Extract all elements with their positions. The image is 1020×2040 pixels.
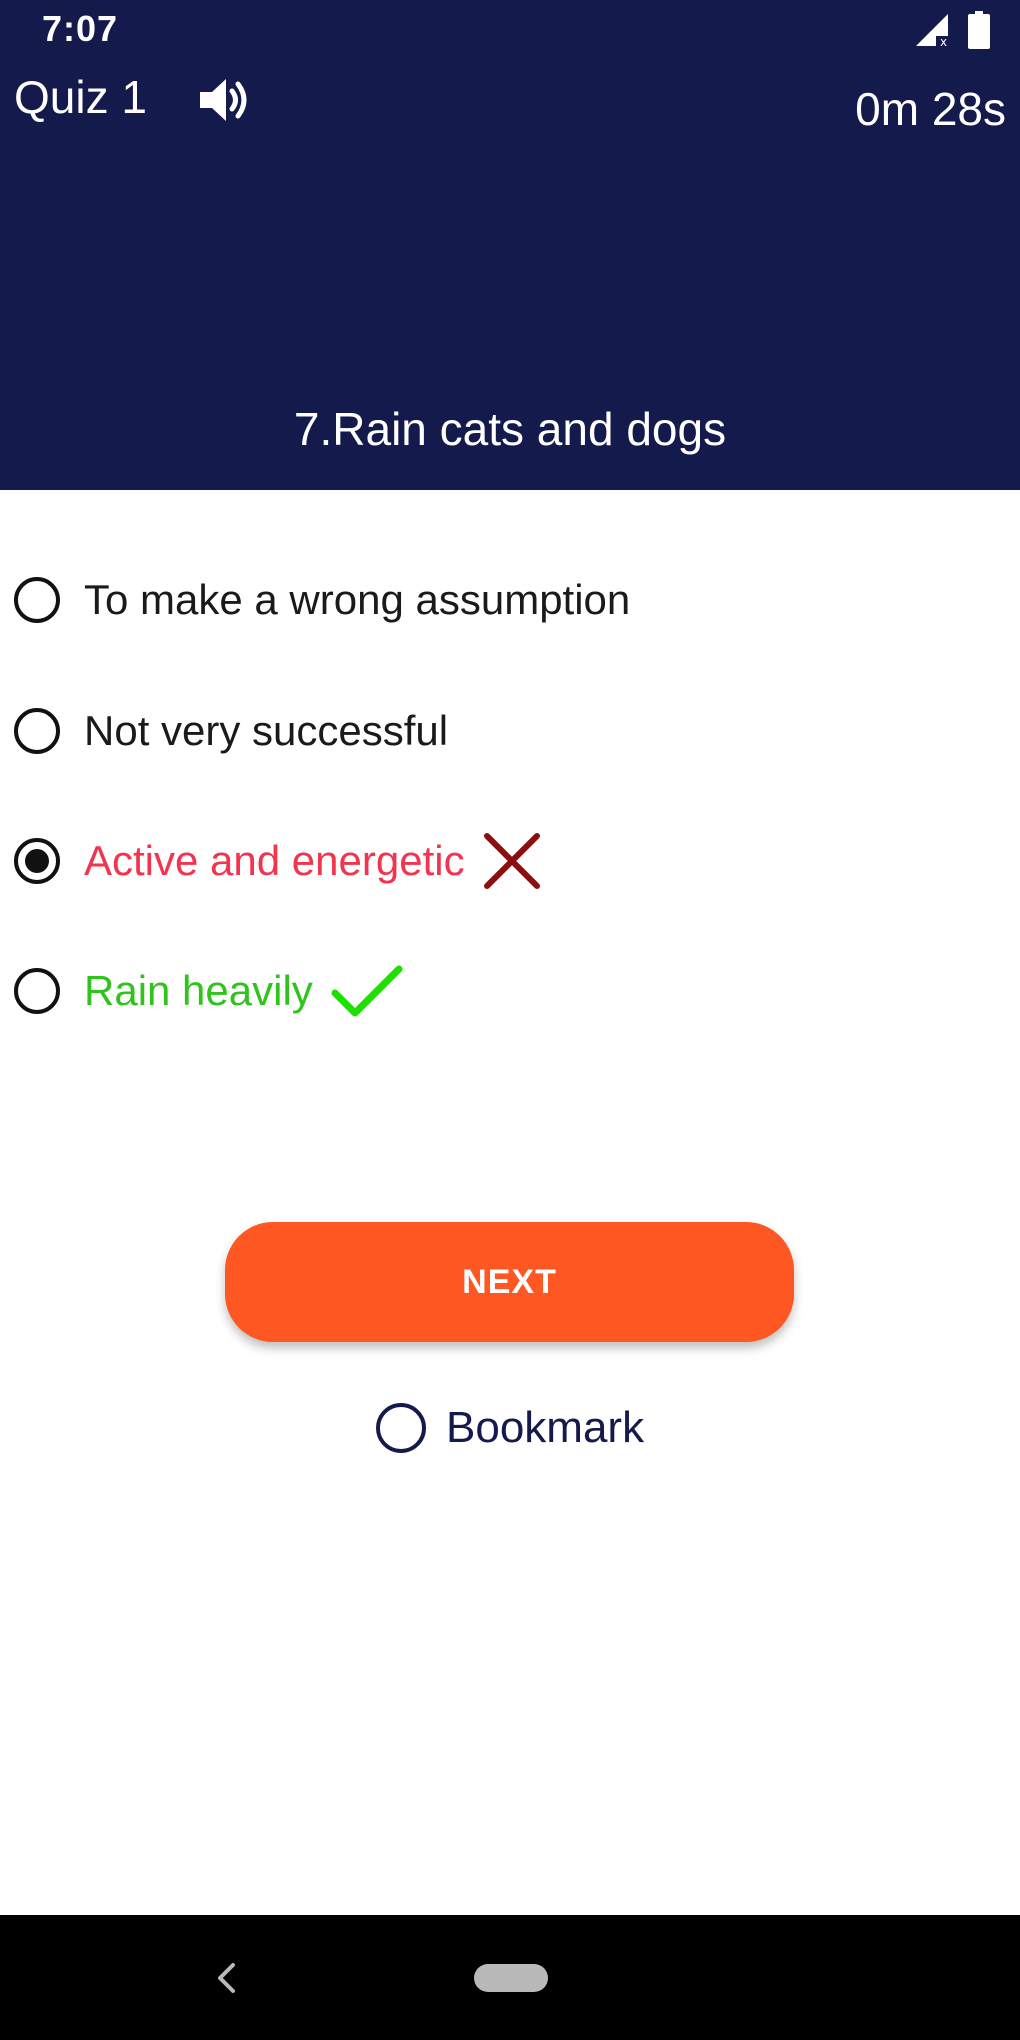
option-1[interactable]: To make a wrong assumption [14, 560, 630, 640]
battery-icon [968, 10, 990, 54]
quiz-title: Quiz 1 [14, 71, 147, 123]
bookmark-toggle[interactable]: Bookmark [376, 1396, 644, 1460]
svg-text:x: x [940, 35, 947, 48]
bookmark-label: Bookmark [446, 1403, 645, 1452]
status-icons: x [914, 10, 990, 54]
speaker-icon[interactable] [196, 72, 252, 128]
radio-unselected-icon[interactable] [14, 708, 60, 754]
radio-unselected-icon[interactable] [14, 968, 60, 1014]
bookmark-radio-icon[interactable] [376, 1403, 426, 1453]
cross-icon [483, 832, 541, 890]
quiz-timer: 0m 28s [855, 83, 1006, 135]
radio-unselected-icon[interactable] [14, 577, 60, 623]
signal-icon: x [914, 12, 950, 53]
status-time: 7:07 [42, 8, 119, 49]
quiz-header: 7:07 x Quiz 1 0m 28s 7.Rain cats and dog… [0, 0, 1020, 490]
option-label: Rain heavily [84, 967, 313, 1014]
next-button[interactable]: NEXT [225, 1222, 794, 1342]
back-icon[interactable] [206, 1953, 246, 2003]
radio-selected-icon[interactable] [14, 838, 60, 884]
option-3[interactable]: Active and energetic [14, 821, 541, 901]
home-pill-icon[interactable] [474, 1964, 548, 1992]
check-icon [331, 963, 403, 1019]
option-label: Active and energetic [84, 837, 465, 884]
option-label: Not very successful [84, 707, 449, 754]
option-2[interactable]: Not very successful [14, 691, 448, 771]
system-nav-bar [0, 1915, 1020, 2040]
option-label: To make a wrong assumption [84, 576, 631, 623]
option-4[interactable]: Rain heavily [14, 951, 403, 1031]
quiz-screen: 7:07 x Quiz 1 0m 28s 7.Rain cats and dog… [0, 0, 1020, 2040]
question-text: 7.Rain cats and dogs [293, 403, 727, 455]
